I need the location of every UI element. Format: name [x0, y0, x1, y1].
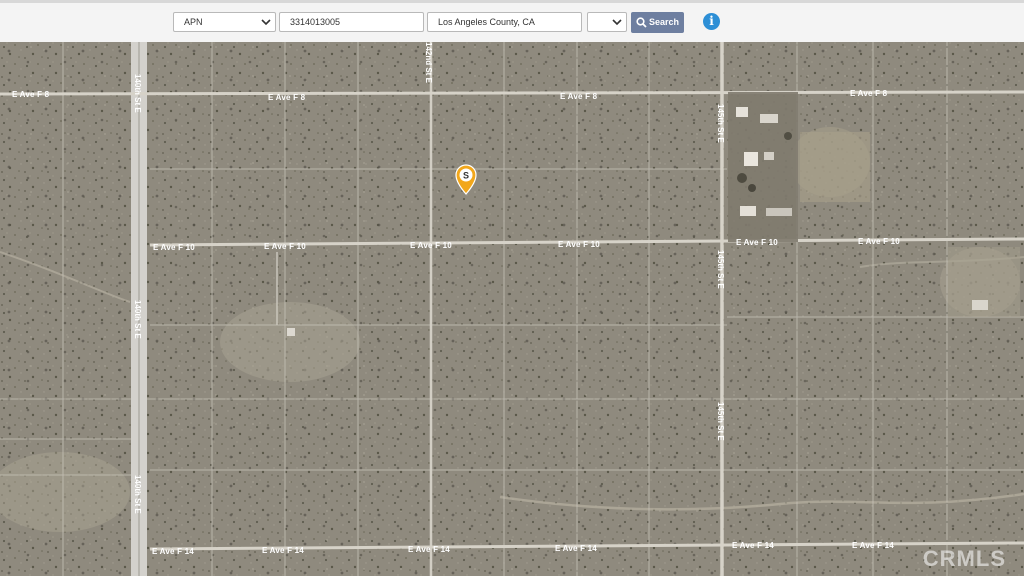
county-input-value: Los Angeles County, CA: [438, 17, 535, 27]
label-145th-st: 145th St E: [716, 104, 725, 143]
label-140th-st: 140th St E: [133, 475, 142, 514]
search-button[interactable]: Search: [631, 12, 684, 33]
marker-label: S: [463, 171, 469, 181]
tree: [748, 184, 756, 192]
apn-input-value: 3314013005: [290, 17, 341, 27]
chevron-down-icon: [612, 19, 622, 26]
apn-input[interactable]: 3314013005: [279, 12, 424, 32]
label-ave-f14: E Ave F 14: [262, 546, 304, 555]
label-ave-f8: E Ave F 8: [268, 93, 306, 102]
structure: [287, 328, 295, 336]
building: [736, 107, 748, 117]
building: [766, 208, 792, 216]
label-ave-f10: E Ave F 10: [558, 240, 600, 249]
label-ave-f14: E Ave F 14: [152, 547, 194, 556]
building: [764, 152, 774, 160]
sandy-patch: [220, 302, 360, 382]
label-ave-f10: E Ave F 10: [736, 238, 778, 247]
info-icon-glyph: i: [709, 14, 714, 28]
cleared-lot: [800, 132, 870, 202]
label-ave-f10: E Ave F 10: [410, 241, 452, 250]
county-input[interactable]: Los Angeles County, CA: [427, 12, 582, 32]
label-ave-f8: E Ave F 8: [12, 90, 50, 99]
search-toolbar: APN 3314013005 Los Angeles County, CA Se…: [0, 0, 1024, 43]
toolbar-top-border: [0, 0, 1024, 3]
label-ave-f14: E Ave F 14: [555, 544, 597, 553]
search-type-select[interactable]: APN: [173, 12, 276, 32]
label-ave-f10: E Ave F 10: [858, 237, 900, 246]
info-icon[interactable]: i: [703, 13, 720, 30]
label-ave-f10: E Ave F 10: [264, 242, 306, 251]
building: [760, 114, 778, 123]
label-142nd-st: 142nd St E: [424, 42, 433, 84]
label-ave-f8: E Ave F 8: [560, 92, 598, 101]
label-145th-st: 145th St E: [716, 402, 725, 441]
search-type-value: APN: [184, 17, 203, 27]
label-ave-f10: E Ave F 10: [153, 243, 195, 252]
label-ave-f14: E Ave F 14: [852, 541, 894, 550]
search-button-label: Search: [649, 17, 680, 27]
label-140th-st: 140th St E: [133, 300, 142, 339]
label-140th-st: 140th St E: [133, 74, 142, 113]
building: [740, 206, 756, 216]
tree: [737, 173, 747, 183]
tree: [784, 132, 792, 140]
building: [744, 152, 758, 166]
label-ave-f8: E Ave F 8: [850, 89, 888, 98]
terrain-texture: [0, 42, 1024, 576]
mls-watermark: CRMLS: [922, 546, 1006, 571]
extra-select[interactable]: [587, 12, 627, 32]
chevron-down-icon: [261, 19, 271, 26]
building: [972, 300, 988, 310]
label-145th-st: 145th St E: [716, 250, 725, 289]
search-icon: [636, 17, 647, 28]
satellite-map[interactable]: E Ave F 8 E Ave F 8 E Ave F 8 E Ave F 8 …: [0, 42, 1024, 576]
label-ave-f14: E Ave F 14: [408, 545, 450, 554]
label-ave-f14: E Ave F 14: [732, 541, 774, 550]
